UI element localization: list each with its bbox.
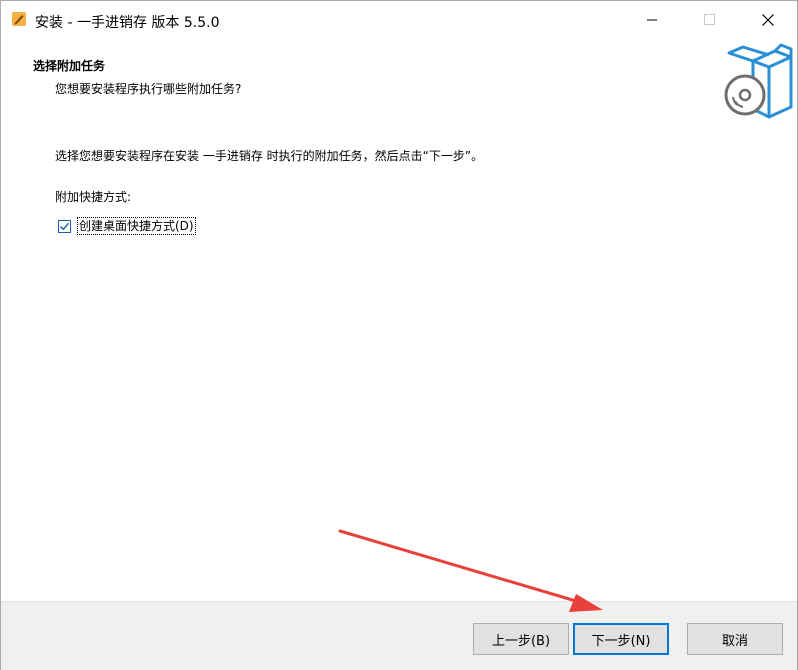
maximize-icon — [704, 14, 715, 25]
desktop-shortcut-label[interactable]: 创建桌面快捷方式(D) — [77, 217, 196, 235]
minimize-button[interactable] — [629, 1, 675, 39]
desktop-shortcut-checkbox[interactable] — [58, 219, 71, 233]
task-description: 选择您想要安装程序在安装 一手进销存 时执行的附加任务，然后点击“下一步”。 — [55, 149, 484, 163]
desktop-shortcut-option[interactable]: 创建桌面快捷方式(D) — [58, 216, 196, 236]
close-icon — [762, 14, 774, 26]
wizard-header: 选择附加任务 您想要安装程序执行哪些附加任务? — [1, 39, 797, 119]
shortcut-group-label: 附加快捷方式: — [55, 190, 132, 204]
window-title: 安装 - 一手进销存 版本 5.5.0 — [35, 15, 220, 31]
page-title: 选择附加任务 — [33, 59, 106, 73]
checkmark-icon — [60, 222, 70, 230]
next-button[interactable]: 下一步(N) — [573, 623, 669, 655]
installer-window: 安装 - 一手进销存 版本 5.5.0 选择附加任务 您想要安装程序执行哪些附加… — [0, 0, 798, 670]
wizard-footer: 上一步(B) 下一步(N) 取消 — [1, 601, 797, 670]
title-bar: 安装 - 一手进销存 版本 5.5.0 — [1, 1, 797, 39]
wizard-content: 选择您想要安装程序在安装 一手进销存 时执行的附加任务，然后点击“下一步”。 附… — [1, 119, 797, 599]
back-button[interactable]: 上一步(B) — [473, 623, 569, 655]
installer-pencil-icon — [12, 12, 26, 26]
cancel-button[interactable]: 取消 — [687, 623, 783, 655]
maximize-button[interactable] — [687, 1, 733, 39]
page-subtitle: 您想要安装程序执行哪些附加任务? — [55, 82, 242, 96]
minimize-icon — [647, 19, 657, 21]
close-button[interactable] — [745, 1, 791, 39]
box-disc-icon — [724, 43, 793, 119]
